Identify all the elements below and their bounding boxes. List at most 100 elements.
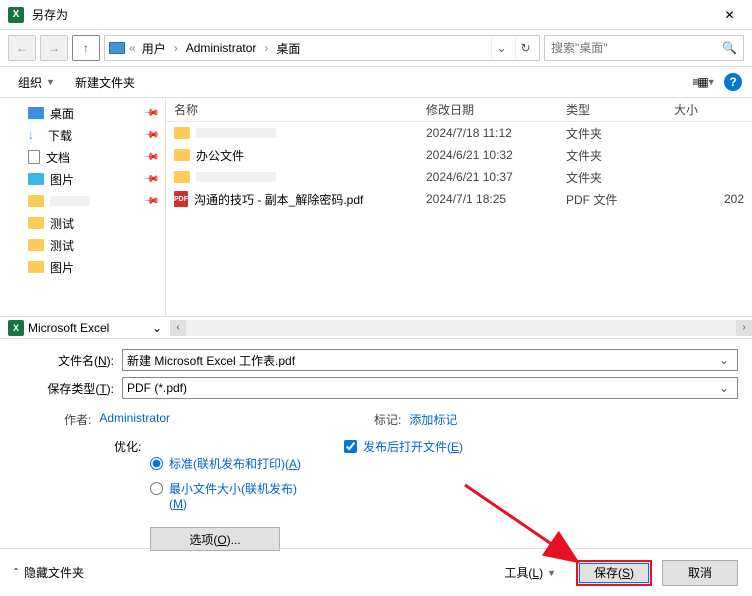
author-value[interactable]: Administrator — [99, 411, 170, 428]
pin-icon: 📌 — [142, 127, 159, 144]
nav-forward-button: → — [40, 35, 68, 61]
file-size: 202 — [674, 192, 752, 206]
hide-folders-button[interactable]: ˆ 隐藏文件夹 — [14, 564, 84, 581]
sidebar-item[interactable]: 桌面📌 — [0, 102, 165, 124]
disk-icon — [109, 42, 125, 54]
tags-label: 标记: — [374, 411, 401, 428]
search-icon[interactable]: 🔍 — [722, 41, 737, 55]
breadcrumb-bar[interactable]: « 用户 › Administrator › 桌面 ⌄ ↻ — [104, 35, 540, 61]
filename-label: 文件名(N): — [14, 352, 122, 369]
file-list-header: 名称 修改日期 类型 大小 — [166, 98, 752, 122]
excel-app-icon: X — [8, 7, 24, 23]
breadcrumb-segment[interactable]: 桌面 — [274, 40, 302, 57]
folder-icon — [28, 217, 44, 229]
breadcrumb-segment[interactable]: Administrator — [184, 41, 259, 55]
sidebar-item[interactable]: 测试 — [0, 234, 165, 256]
folder-icon — [28, 107, 44, 119]
column-header-date[interactable]: 修改日期 — [426, 101, 566, 118]
chevron-up-icon: ˆ — [14, 566, 18, 580]
file-date: 2024/7/18 11:12 — [426, 126, 566, 140]
search-box[interactable]: 🔍 — [544, 35, 744, 61]
optimize-label: 优化: — [114, 438, 141, 455]
file-type: 文件夹 — [566, 147, 674, 164]
optimize-minimum-radio[interactable] — [150, 482, 163, 495]
optimize-minimum-label[interactable]: 最小文件大小(联机发布)(M) — [169, 480, 309, 511]
pdf-icon: PDF — [174, 191, 188, 207]
tags-value[interactable]: 添加标记 — [409, 411, 457, 428]
file-name: 沟通的技巧 - 副本_解除密码.pdf — [194, 191, 363, 208]
optimize-standard-label[interactable]: 标准(联机发布和打印)(A) — [169, 455, 301, 472]
column-header-type[interactable]: 类型 — [566, 101, 674, 118]
save-button[interactable]: 保存(S) — [576, 560, 652, 586]
path-dropdown-button[interactable]: ⌄ — [491, 36, 511, 60]
column-header-name[interactable]: 名称 — [174, 101, 426, 118]
sidebar-item[interactable]: 图片 📌 — [0, 168, 165, 190]
sidebar-item-label: 测试 — [50, 215, 74, 232]
dialog-title: 另存为 — [32, 6, 707, 23]
sidebar-item-label: 测试 — [50, 237, 74, 254]
file-list[interactable]: 2024/7/18 11:12文件夹办公文件2024/6/21 10:32文件夹… — [166, 122, 752, 316]
download-icon: ↓ — [28, 128, 42, 142]
excel-label: Microsoft Excel — [28, 321, 148, 335]
filename-dropdown-button[interactable]: ⌄ — [715, 353, 733, 367]
file-row[interactable]: PDF 沟通的技巧 - 副本_解除密码.pdf 2024/7/1 18:25PDF … — [166, 188, 752, 210]
folder-icon — [28, 261, 44, 273]
sidebar-item-label: 图片 — [50, 171, 74, 188]
file-date: 2024/6/21 10:32 — [426, 148, 566, 162]
scroll-right-button[interactable]: › — [736, 320, 752, 336]
scroll-left-button[interactable]: ‹ — [170, 320, 186, 336]
file-date: 2024/7/1 18:25 — [426, 192, 566, 206]
horizontal-scrollbar[interactable]: ‹ › — [170, 320, 752, 336]
sidebar-item[interactable]: ↓ 下载 📌 — [0, 124, 165, 146]
savetype-input[interactable] — [127, 381, 715, 395]
pin-icon: 📌 — [142, 193, 159, 210]
folder-icon — [174, 149, 190, 161]
excel-icon: X — [8, 320, 24, 336]
savetype-label: 保存类型(T): — [14, 380, 122, 397]
pin-icon: 📌 — [142, 149, 159, 166]
breadcrumb-segment[interactable]: 用户 — [140, 40, 168, 57]
sidebar-item-label: 桌面 — [50, 105, 74, 122]
pin-icon: 📌 — [142, 171, 159, 188]
file-name: 办公文件 — [196, 147, 244, 164]
refresh-button[interactable]: ↻ — [515, 36, 535, 60]
sidebar-item[interactable]: 测试 — [0, 212, 165, 234]
filename-field[interactable]: ⌄ — [122, 349, 738, 371]
file-row[interactable]: 2024/7/18 11:12文件夹 — [166, 122, 752, 144]
savetype-field[interactable]: ⌄ — [122, 377, 738, 399]
help-button[interactable]: ? — [724, 73, 742, 91]
nav-back-button[interactable]: ← — [8, 35, 36, 61]
tools-button[interactable]: 工具(L) ▼ — [504, 564, 556, 581]
file-date: 2024/6/21 10:37 — [426, 170, 566, 184]
sidebar: 桌面📌↓下载📌文档📌图片📌📌测试测试图片 — [0, 98, 165, 316]
sidebar-item[interactable]: 文档📌 — [0, 146, 165, 168]
file-type: 文件夹 — [566, 125, 674, 142]
filename-input[interactable] — [127, 353, 715, 367]
cancel-button[interactable]: 取消 — [662, 560, 738, 586]
sidebar-item-label: 下载 — [48, 127, 72, 144]
open-after-checkbox[interactable] — [344, 440, 357, 453]
file-row[interactable]: 2024/6/21 10:37文件夹 — [166, 166, 752, 188]
file-row[interactable]: 办公文件 2024/6/21 10:32文件夹 — [166, 144, 752, 166]
savetype-dropdown-button[interactable]: ⌄ — [715, 381, 733, 395]
folder-icon — [174, 127, 190, 139]
open-after-label[interactable]: 发布后打开文件(E) — [363, 438, 463, 455]
author-label: 作者: — [64, 411, 91, 428]
folder-icon — [28, 150, 40, 164]
folder-icon — [28, 173, 44, 185]
column-header-size[interactable]: 大小 — [674, 101, 752, 118]
sidebar-item[interactable]: 📌 — [0, 190, 165, 212]
optimize-standard-radio[interactable] — [150, 457, 163, 470]
organize-button[interactable]: 组织 ▼ — [10, 70, 63, 95]
sidebar-item[interactable]: 图片 — [0, 256, 165, 278]
excel-dropdown[interactable]: ⌄ — [148, 321, 166, 335]
view-mode-button[interactable]: ≡▦ ▼ — [688, 70, 720, 94]
folder-icon — [28, 239, 44, 251]
new-folder-button[interactable]: 新建文件夹 — [67, 70, 143, 95]
nav-up-button[interactable]: ↑ — [72, 35, 100, 61]
search-input[interactable] — [551, 41, 722, 55]
file-type: PDF 文件 — [566, 191, 674, 208]
folder-icon — [174, 171, 190, 183]
close-button[interactable]: ✕ — [707, 0, 752, 30]
sidebar-item-label: 图片 — [50, 259, 74, 276]
